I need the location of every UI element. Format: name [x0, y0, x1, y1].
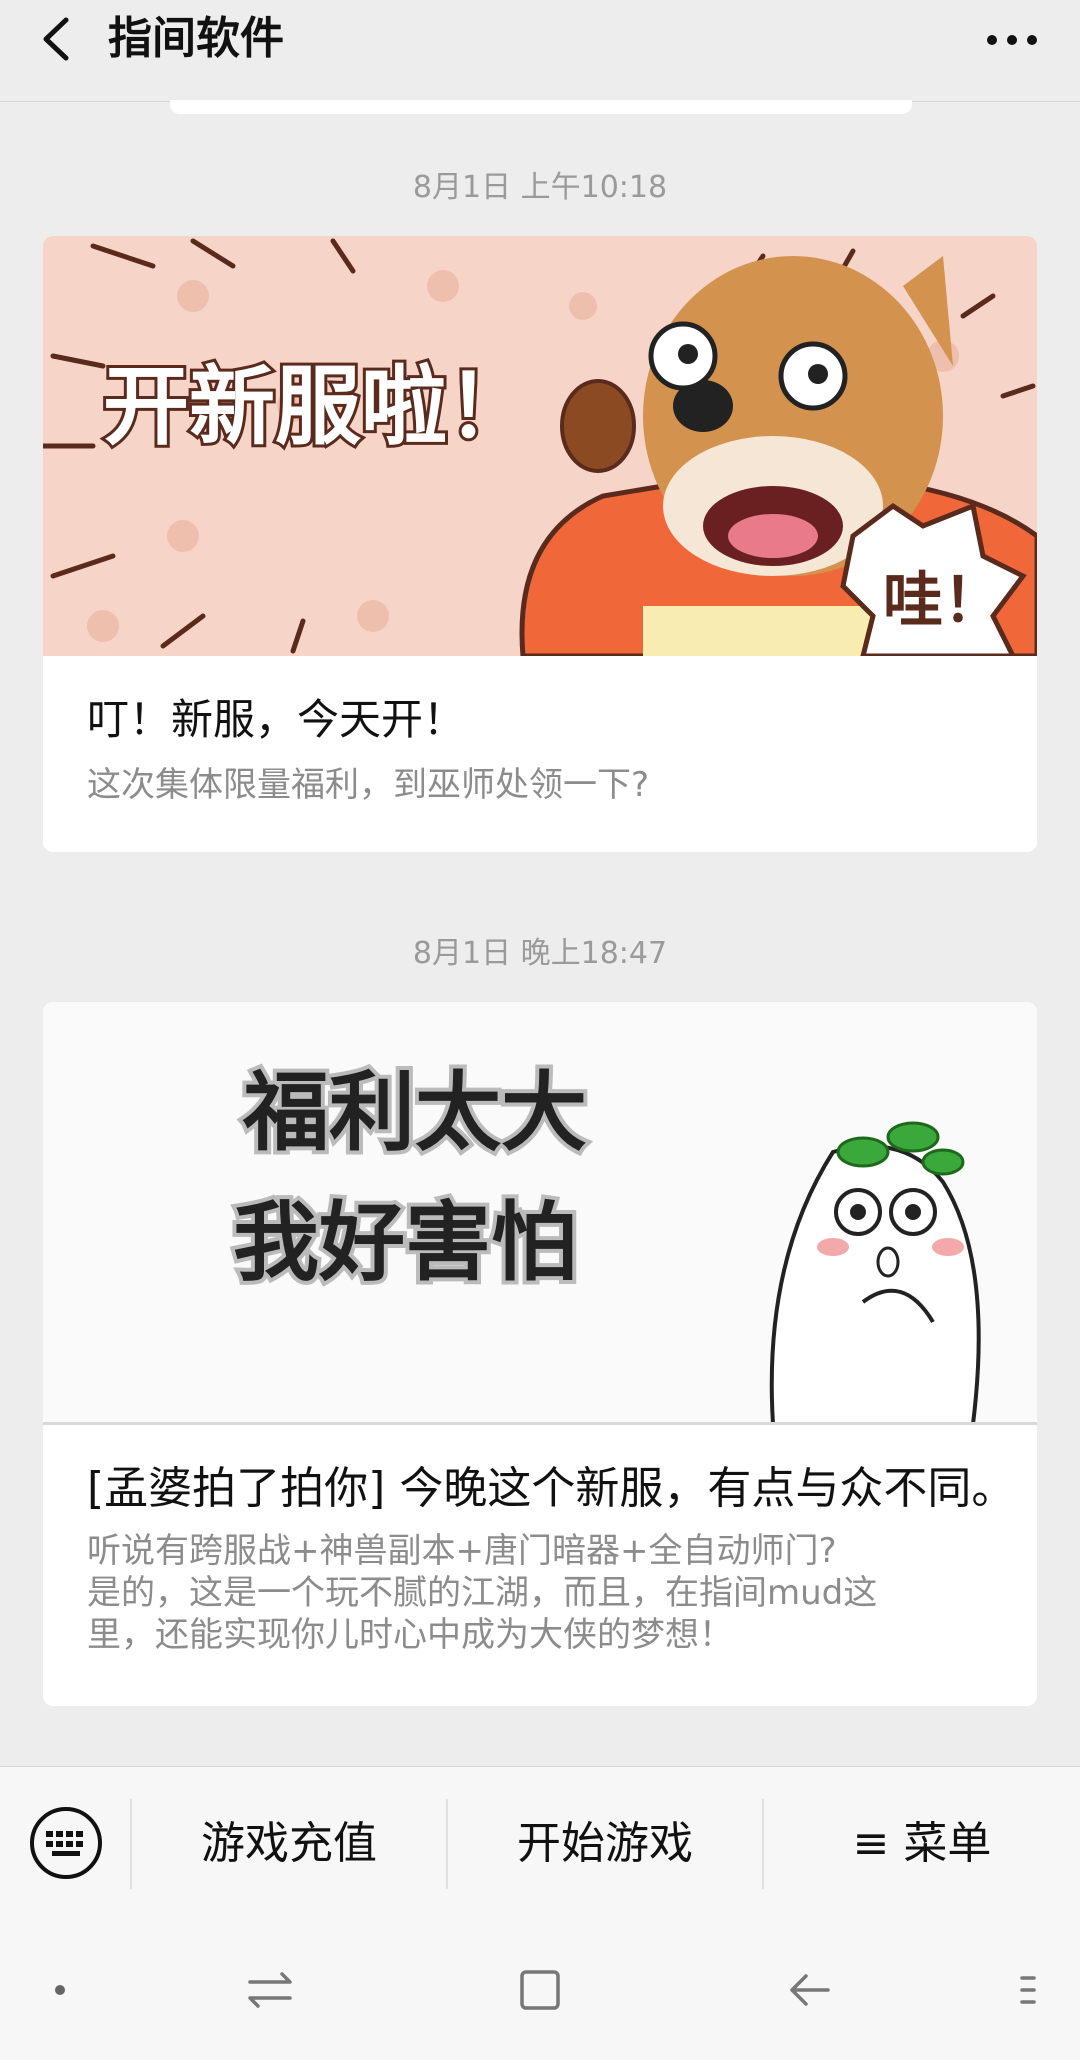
- banner-exclaim: 哇！: [883, 566, 1003, 636]
- app-header: 指间软件: [0, 0, 1080, 102]
- article-title: 叮！新服，今天开！: [87, 695, 466, 744]
- article-title: [孟婆拍了拍你] 今晚这个新服，有点与众不同。: [87, 1463, 1016, 1514]
- article-card[interactable]: 福利太大 我好害怕 [孟婆拍了拍你] 今晚这个新服，有点与众不同。 听说有跨服战…: [43, 1002, 1037, 1706]
- article-description-line: 听说有跨服战+神兽副本+唐门暗器+全自动师门?: [87, 1531, 837, 1571]
- article-description: 这次集体限量福利，到巫师处领一下?: [87, 765, 650, 805]
- message-timestamp: 8月1日 晚上18:47: [412, 936, 668, 971]
- official-account-menu-bar: 游戏充值 开始游戏 ≡ 菜单: [0, 1766, 1080, 1920]
- page-title: 指间软件: [108, 13, 284, 64]
- banner-line1: 福利太大: [242, 1063, 587, 1163]
- message-timestamp: 8月1日 上午10:18: [412, 170, 668, 205]
- more-dots-icon[interactable]: [984, 20, 1040, 60]
- square-home-icon[interactable]: [510, 1960, 570, 2020]
- banner-headline: 开新服啦！: [103, 357, 533, 457]
- chevron-left-icon[interactable]: [38, 12, 78, 66]
- menu-item-recharge[interactable]: 游戏充值: [132, 1767, 446, 1921]
- article-card[interactable]: 哇！ 开新服啦！ 叮！新服，今天开！ 这次集体限量福利，到巫师处领一下?: [43, 236, 1037, 852]
- system-navigation-bar: [0, 1920, 1080, 2060]
- previous-card-edge: [170, 100, 912, 114]
- keyboard-icon[interactable]: [28, 1805, 104, 1881]
- back-arrow-icon[interactable]: [780, 1960, 840, 2020]
- dot-icon[interactable]: [30, 1960, 90, 2020]
- switch-arrows-icon[interactable]: [240, 1960, 300, 2020]
- menu-item-start-game[interactable]: 开始游戏: [448, 1767, 762, 1921]
- article-description: 听说有跨服战+神兽副本+唐门暗器+全自动师门? 是的，这是一个玩不腻的江湖，而且…: [87, 1530, 1007, 1656]
- banner-divider: [43, 1422, 1037, 1425]
- menu-item-menu[interactable]: ≡ 菜单: [764, 1767, 1080, 1921]
- menu-lines-icon[interactable]: [1000, 1960, 1060, 2020]
- banner-image: 福利太大 我好害怕: [43, 1002, 1037, 1424]
- banner-image: 哇！ 开新服啦！: [43, 236, 1037, 656]
- article-description-line: 里，还能实现你儿时心中成为大侠的梦想！: [87, 1615, 733, 1655]
- banner-line2: 我好害怕: [233, 1193, 577, 1293]
- article-description-line: 是的，这是一个玩不腻的江湖，而且，在指间mud这: [87, 1573, 878, 1613]
